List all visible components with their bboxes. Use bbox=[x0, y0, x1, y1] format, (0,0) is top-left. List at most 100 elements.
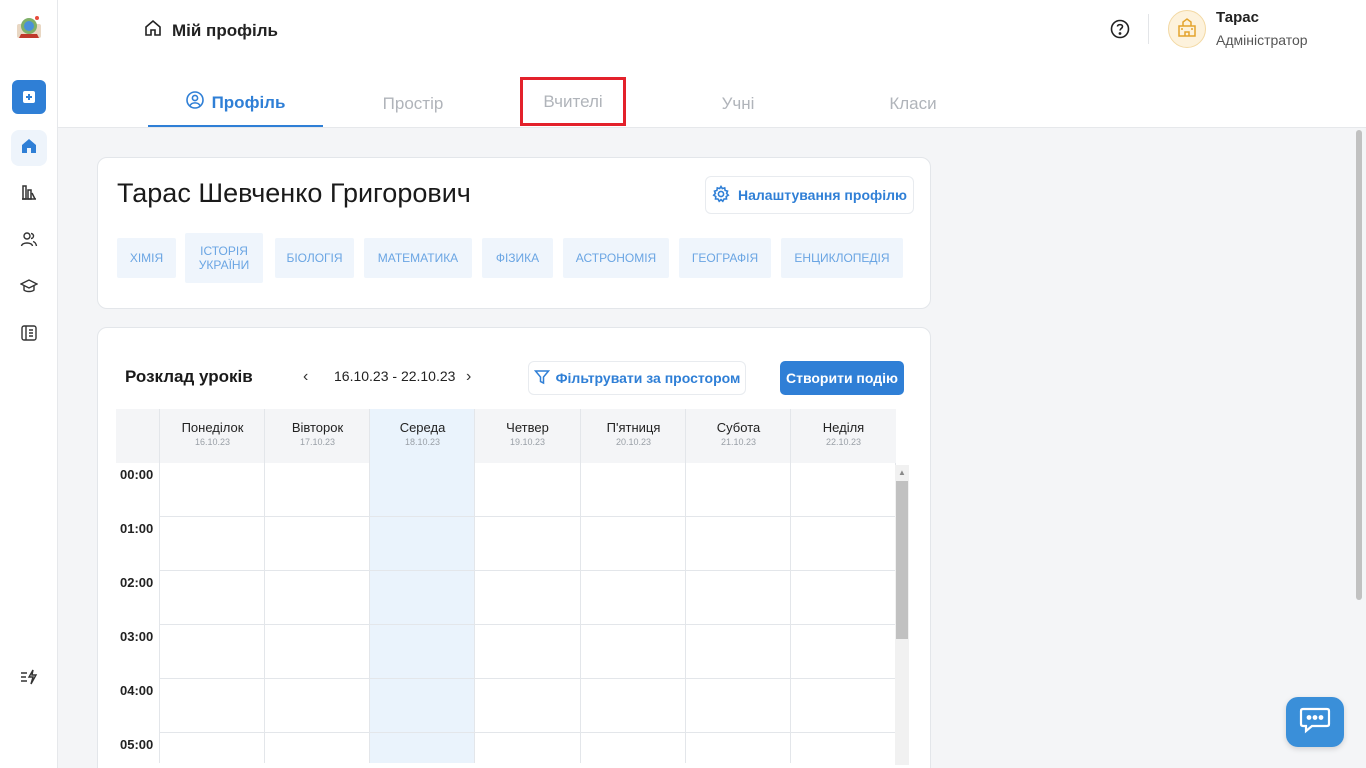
settings-label: Налаштування профілю bbox=[738, 187, 907, 203]
subject-chip[interactable]: Астрономія bbox=[563, 238, 669, 278]
avatar[interactable] bbox=[1168, 10, 1206, 48]
sidebar-item-journal[interactable] bbox=[11, 317, 47, 353]
time-label: 05:00 bbox=[120, 737, 154, 752]
tab-label: Простір bbox=[382, 93, 444, 113]
tab-label: Профіль bbox=[211, 92, 286, 112]
sidebar bbox=[0, 0, 58, 768]
grid-line bbox=[790, 463, 791, 763]
profile-settings-button[interactable]: Налаштування профілю bbox=[705, 176, 914, 214]
day-date: 21.10.23 bbox=[720, 437, 757, 447]
week-range: 16.10.23 - 22.10.23 bbox=[334, 368, 456, 384]
grid-line bbox=[580, 463, 581, 763]
profile-name: Тарас Шевченко Григорович bbox=[117, 178, 471, 208]
subject-chip[interactable]: Математика bbox=[364, 238, 472, 278]
time-label: 01:00 bbox=[120, 521, 154, 536]
tab-teachers[interactable]: Вчителі bbox=[520, 77, 626, 126]
page-scrollbar[interactable] bbox=[1354, 130, 1364, 600]
home-icon bbox=[20, 137, 38, 160]
day-header[interactable]: Четвер 19.10.23 bbox=[474, 409, 580, 463]
time-label: 04:00 bbox=[120, 683, 154, 698]
day-name: Субота bbox=[716, 420, 761, 435]
school-building-icon bbox=[1176, 16, 1198, 43]
chat-icon bbox=[1299, 706, 1331, 739]
next-week-button[interactable]: › bbox=[466, 368, 471, 386]
scroll-up-icon[interactable]: ▲ bbox=[898, 468, 906, 477]
day-date: 16.10.23 bbox=[194, 437, 231, 447]
user-name[interactable]: Тарас bbox=[1216, 9, 1259, 26]
filter-icon bbox=[533, 369, 550, 388]
page-title: Мій профіль bbox=[144, 19, 278, 42]
grid-line bbox=[264, 463, 265, 763]
day-header[interactable]: Неділя 22.10.23 bbox=[790, 409, 896, 463]
today-column bbox=[370, 463, 475, 763]
time-label: 02:00 bbox=[120, 575, 154, 590]
create-event-button[interactable]: Створити подію bbox=[780, 361, 904, 395]
prev-week-button[interactable]: ‹ bbox=[303, 368, 308, 386]
graduation-cap-icon bbox=[19, 277, 39, 300]
calendar-header: Понеділок 16.10.23 Вівторок 17.10.23 Сер… bbox=[116, 409, 896, 463]
day-name: Понеділок bbox=[181, 420, 244, 435]
header-divider bbox=[1148, 14, 1149, 44]
day-date: 22.10.23 bbox=[825, 437, 862, 447]
bar-chart-icon bbox=[20, 183, 38, 206]
time-label: 03:00 bbox=[120, 629, 154, 644]
chat-button[interactable] bbox=[1286, 697, 1344, 747]
user-role: Адміністратор bbox=[1216, 32, 1308, 48]
tab-classes[interactable]: Класи bbox=[823, 80, 1003, 127]
tab-space[interactable]: Простір bbox=[338, 80, 488, 127]
subject-chip[interactable]: Історія України bbox=[185, 233, 263, 283]
tab-students[interactable]: Учні bbox=[698, 80, 778, 127]
grid-line bbox=[159, 678, 896, 679]
subject-chip[interactable]: Фізика bbox=[482, 238, 553, 278]
user-circle-icon bbox=[185, 91, 204, 114]
day-header[interactable]: Вівторок 17.10.23 bbox=[264, 409, 370, 463]
school-logo[interactable] bbox=[15, 14, 43, 42]
grid-line bbox=[159, 463, 160, 763]
page-title-text: Мій профіль bbox=[172, 20, 278, 40]
sidebar-item-education[interactable] bbox=[11, 270, 47, 306]
filter-label: Фільтрувати за простором bbox=[555, 370, 741, 386]
day-header[interactable]: Понеділок 16.10.23 bbox=[159, 409, 265, 463]
lightning-list-icon bbox=[20, 668, 38, 691]
day-name: Четвер bbox=[506, 420, 549, 435]
day-date: 20.10.23 bbox=[615, 437, 652, 447]
day-name: Середа bbox=[399, 420, 446, 435]
day-name: Вівторок bbox=[291, 420, 344, 435]
grid-line bbox=[474, 463, 475, 763]
plus-square-icon bbox=[12, 80, 46, 114]
scrollbar-thumb[interactable] bbox=[1356, 130, 1362, 600]
sidebar-item-home[interactable] bbox=[11, 130, 47, 166]
add-button[interactable] bbox=[11, 79, 47, 115]
day-date: 19.10.23 bbox=[509, 437, 546, 447]
help-icon[interactable] bbox=[1110, 19, 1130, 39]
notebook-icon bbox=[20, 324, 38, 347]
grid-line bbox=[159, 732, 896, 733]
calendar-grid[interactable]: 00:00 01:00 02:00 03:00 04:00 05:00 bbox=[116, 463, 896, 763]
grid-line bbox=[159, 624, 896, 625]
grid-line bbox=[685, 463, 686, 763]
schedule-title: Розклад уроків bbox=[125, 367, 253, 386]
sidebar-item-automation[interactable] bbox=[11, 661, 47, 697]
filter-by-space-button[interactable]: Фільтрувати за простором bbox=[528, 361, 746, 395]
tab-label: Класи bbox=[889, 93, 937, 113]
sidebar-item-stats[interactable] bbox=[11, 176, 47, 212]
scrollbar-thumb[interactable] bbox=[896, 481, 908, 639]
day-header[interactable]: Субота 21.10.23 bbox=[685, 409, 791, 463]
users-icon bbox=[20, 230, 38, 253]
day-date: 17.10.23 bbox=[299, 437, 336, 447]
day-name: Неділя bbox=[822, 420, 865, 435]
day-header-today[interactable]: Середа 18.10.23 bbox=[369, 409, 475, 463]
grid-line bbox=[159, 570, 896, 571]
tab-profile[interactable]: Профіль bbox=[148, 80, 323, 127]
day-date: 18.10.23 bbox=[404, 437, 441, 447]
calendar-scrollbar[interactable]: ▲ bbox=[895, 465, 909, 765]
subject-chip[interactable]: Географія bbox=[679, 238, 771, 278]
day-header[interactable]: П'ятниця 20.10.23 bbox=[580, 409, 686, 463]
subject-chip[interactable]: Енциклопедія bbox=[781, 238, 903, 278]
subject-chip[interactable]: Біологія bbox=[275, 238, 354, 278]
grid-line bbox=[369, 463, 370, 763]
subject-chip[interactable]: Хімія bbox=[117, 238, 176, 278]
profile-card: Тарас Шевченко Григорович Налаштування п… bbox=[97, 157, 931, 309]
day-name: П'ятниця bbox=[606, 420, 661, 435]
sidebar-item-users[interactable] bbox=[11, 223, 47, 259]
